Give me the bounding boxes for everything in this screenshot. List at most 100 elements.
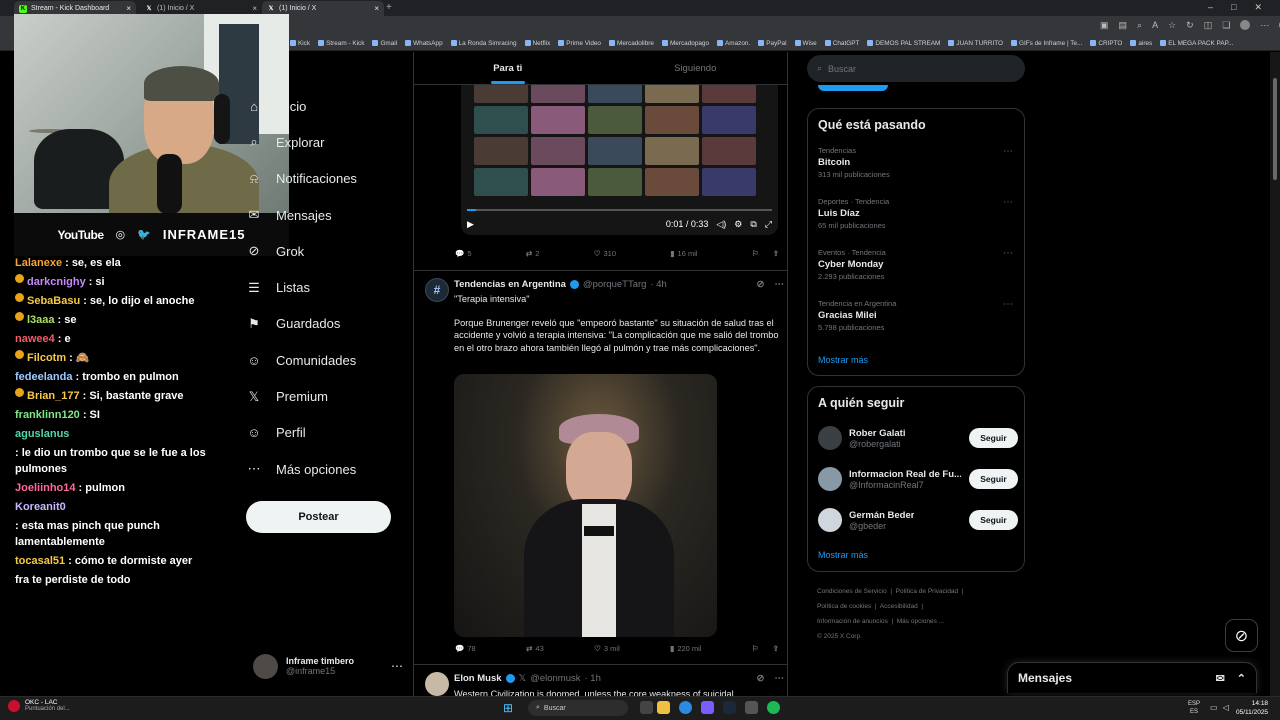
chat-username[interactable]: Koreanit0: [15, 499, 66, 515]
bookmark-item[interactable]: CRIPTO: [1090, 40, 1122, 47]
scrollbar-thumb[interactable]: [1273, 78, 1277, 180]
profile-avatar-icon[interactable]: [1240, 20, 1251, 30]
repost-button[interactable]: ⇄ 2: [526, 249, 539, 258]
bookmark-item[interactable]: Kick: [290, 40, 310, 47]
reply-button[interactable]: 💬 5: [455, 249, 472, 258]
discord-icon[interactable]: [701, 701, 714, 714]
translate-icon[interactable]: ▤: [1119, 20, 1128, 31]
trend-item[interactable]: Tendencias Bitcoin 313 mil publicaciones ⋯: [818, 146, 1013, 179]
nav-item-más-opciones[interactable]: ⋯ Más opciones: [246, 451, 406, 487]
bookmark-icon[interactable]: ⚐: [752, 249, 759, 258]
collections-icon[interactable]: ❏: [1222, 20, 1230, 31]
more-icon[interactable]: ⋯: [775, 279, 785, 290]
spotify-icon[interactable]: [767, 701, 780, 714]
repost-button[interactable]: ⇄ 43: [526, 644, 544, 653]
follow-button[interactable]: Seguir: [969, 510, 1018, 530]
new-tab-icon[interactable]: +: [386, 2, 392, 13]
nav-item-mensajes[interactable]: ✉ Mensajes: [246, 197, 406, 233]
more-icon[interactable]: ⋯: [1003, 248, 1013, 259]
avatar[interactable]: [425, 672, 449, 696]
close-tab-icon[interactable]: ×: [252, 4, 257, 13]
video-progress-bar[interactable]: [467, 209, 772, 211]
tab-para-ti[interactable]: Para ti: [414, 52, 602, 84]
close-tab-icon[interactable]: ×: [126, 4, 131, 13]
clock[interactable]: 14:18 05/11/2025: [1236, 699, 1268, 717]
footer-link[interactable]: Más opciones ...: [897, 618, 944, 625]
system-tray[interactable]: ▭ ◁: [1210, 703, 1229, 712]
footer-link[interactable]: Accesibilidad: [880, 603, 918, 610]
like-button[interactable]: ♡ 3 mil: [594, 644, 620, 653]
reply-button[interactable]: 💬 78: [455, 644, 476, 653]
close-window-icon[interactable]: ✕: [1254, 2, 1262, 13]
author-handle[interactable]: @porqueTTarg: [583, 279, 647, 290]
footer-link[interactable]: Condiciones de Servicio: [817, 588, 887, 595]
page-scrollbar[interactable]: [1270, 52, 1280, 700]
footer-link[interactable]: Información de anuncios: [817, 618, 888, 625]
follow-button[interactable]: Seguir: [969, 469, 1018, 489]
favorite-star-icon[interactable]: ☆: [1168, 20, 1176, 31]
extension-icon[interactable]: ▣: [1100, 20, 1109, 31]
footer-link[interactable]: Política de Privacidad: [896, 588, 959, 595]
follow-name[interactable]: Informacion Real de Fu...: [849, 469, 961, 480]
chat-username[interactable]: Filcotm: [27, 350, 66, 366]
minimize-icon[interactable]: –: [1208, 2, 1213, 13]
show-more-trends[interactable]: Mostrar más: [818, 355, 868, 365]
bookmark-item[interactable]: DEMOS PAL STREAM: [867, 40, 940, 47]
bookmark-icon[interactable]: ⚐: [752, 644, 759, 653]
bookmark-item[interactable]: Stream - Kick: [318, 40, 364, 47]
author-handle[interactable]: @elonmusk: [530, 673, 580, 684]
steam-icon[interactable]: [723, 701, 736, 714]
grok-icon[interactable]: ⊘: [757, 673, 765, 684]
bookmark-item[interactable]: Gmail: [372, 40, 397, 47]
bookmark-item[interactable]: PayPal: [758, 40, 787, 47]
file-explorer-icon[interactable]: [657, 701, 670, 714]
fullscreen-icon[interactable]: ⤢: [765, 219, 772, 230]
chat-username[interactable]: aguslanus: [15, 426, 69, 442]
nav-item-guardados[interactable]: ⚑ Guardados: [246, 306, 406, 342]
taskbar-search[interactable]: ⌕ Buscar: [528, 700, 628, 716]
chat-username[interactable]: l3aaa: [27, 312, 55, 328]
share-icon[interactable]: ⇪: [773, 644, 779, 653]
nav-item-grok[interactable]: ⊘ Grok: [246, 233, 406, 269]
nav-item-premium[interactable]: 𝕏 Premium: [246, 378, 406, 414]
bookmark-item[interactable]: Amazon.: [717, 40, 750, 47]
grok-button[interactable]: ⊘: [1225, 619, 1258, 652]
messages-drawer[interactable]: Mensajes ✉ ⌃: [1007, 662, 1257, 693]
edge-icon[interactable]: [679, 701, 692, 714]
like-button[interactable]: ♡ 310: [594, 249, 616, 258]
new-message-icon[interactable]: ✉: [1216, 672, 1225, 685]
more-icon[interactable]: ⋯: [1003, 146, 1013, 157]
more-icon[interactable]: ⋯: [1003, 197, 1013, 208]
chat-username[interactable]: SebaBasu: [27, 293, 80, 309]
avatar[interactable]: [818, 426, 842, 450]
bookmark-item[interactable]: Wise: [794, 40, 817, 47]
zoom-icon[interactable]: ⌕: [1137, 20, 1142, 31]
app-icon[interactable]: [745, 701, 758, 714]
post-video[interactable]: ▶ 0:01 / 0:33 ◁) ⚙ ⧉ ⤢: [461, 85, 778, 235]
views-stat[interactable]: ▮ 16 mil: [670, 249, 697, 258]
grok-icon[interactable]: ⊘: [757, 279, 765, 290]
bookmark-item[interactable]: La Ronda Simracing: [450, 40, 517, 47]
search-input[interactable]: ⌕ Buscar: [807, 55, 1025, 82]
chat-username[interactable]: tocasal51: [15, 553, 65, 569]
chat-username[interactable]: Lalanexe: [15, 255, 62, 271]
bookmark-item[interactable]: WhatsApp: [405, 40, 443, 47]
bookmark-item[interactable]: JUAN TURRITO: [948, 40, 1003, 47]
maximize-icon[interactable]: □: [1231, 2, 1236, 13]
nav-item-perfil[interactable]: ☺ Perfil: [246, 415, 406, 451]
show-more-follow[interactable]: Mostrar más: [818, 550, 868, 560]
bookmark-item[interactable]: Mercadolibre: [609, 40, 654, 47]
trend-item[interactable]: Tendencia en Argentina Gracias Milei 5.798…: [818, 299, 1013, 332]
post-image[interactable]: [454, 374, 717, 637]
volume-icon[interactable]: ◁): [716, 219, 726, 230]
refresh-icon[interactable]: ↻: [1186, 20, 1194, 31]
bookmark-item[interactable]: Netflix: [524, 40, 550, 47]
author-name[interactable]: Elon Musk: [454, 673, 502, 684]
share-icon[interactable]: ⇪: [773, 249, 779, 258]
trend-item[interactable]: Eventos · Tendencia Cyber Monday 2.293 pub…: [818, 248, 1013, 281]
split-screen-icon[interactable]: ◫: [1204, 20, 1213, 31]
chat-username[interactable]: Brian_177: [27, 388, 80, 404]
follow-button[interactable]: Seguir: [969, 428, 1018, 448]
follow-name[interactable]: Germán Beder: [849, 510, 914, 521]
windows-start-icon[interactable]: ⊞: [503, 701, 513, 715]
